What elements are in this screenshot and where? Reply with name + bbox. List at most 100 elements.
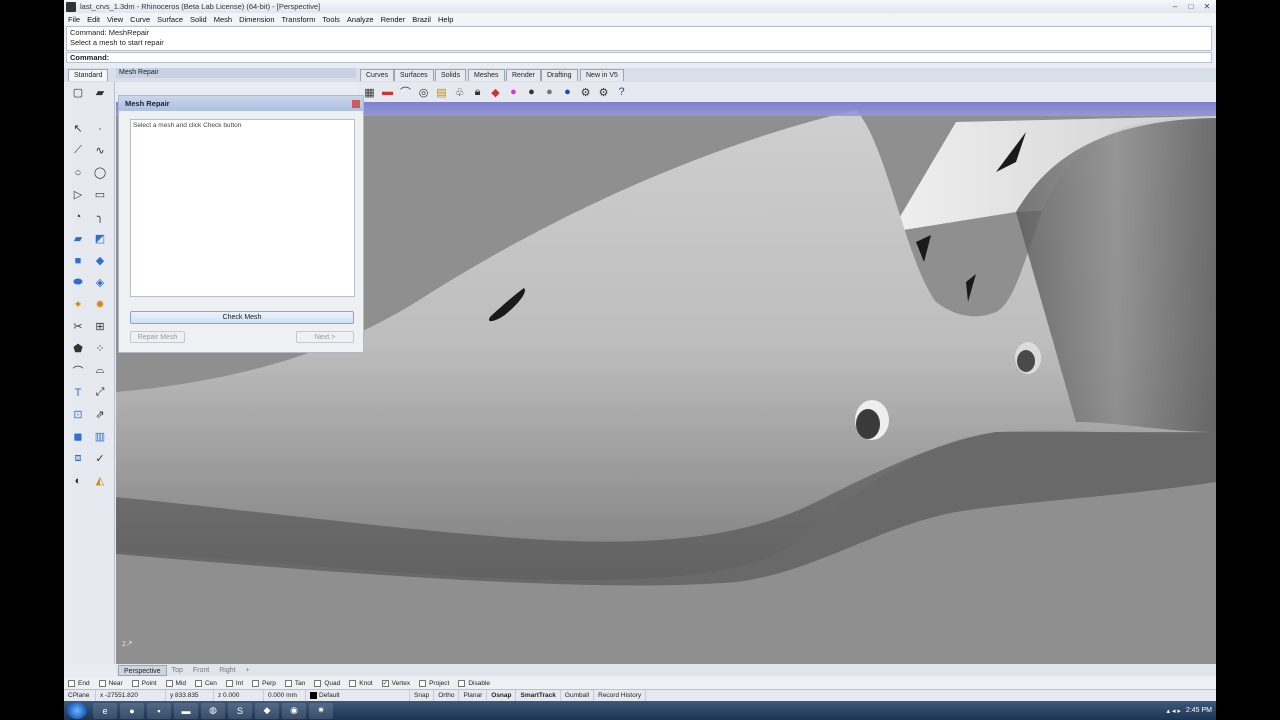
osnap-end[interactable]: End <box>68 679 90 687</box>
open-folder-icon[interactable]: ▰ <box>91 84 109 101</box>
tray-icons[interactable]: ▴ ◂ ▸ <box>1166 707 1180 715</box>
shaded-sphere-icon[interactable]: ● <box>542 85 557 100</box>
curve-icon[interactable]: ∿ <box>91 142 109 159</box>
menu-brazil[interactable]: Brazil <box>412 15 431 24</box>
check-mesh-button[interactable]: Check Mesh <box>130 311 354 324</box>
mesh-repair-panel-tab[interactable]: Mesh Repair <box>116 68 356 78</box>
join-icon[interactable]: ⊞ <box>91 318 109 335</box>
osnap-disable[interactable]: Disable <box>458 679 490 687</box>
close-button[interactable]: ✕ <box>1200 1 1214 11</box>
menu-render[interactable]: Render <box>381 15 406 24</box>
checkbox[interactable] <box>349 679 357 687</box>
checkbox[interactable] <box>284 679 292 687</box>
osnap-quad[interactable]: Quad <box>314 679 340 687</box>
split-icon[interactable]: ✸ <box>91 296 109 313</box>
cylinder-icon[interactable]: ⬬ <box>69 274 87 291</box>
tab-solids[interactable]: Solids <box>435 69 467 81</box>
checkbox[interactable] <box>194 679 202 687</box>
dimension-icon[interactable]: ⤢ <box>91 384 109 401</box>
tab-standard[interactable]: Standard <box>68 69 109 81</box>
array-icon[interactable]: ⁘ <box>91 340 109 357</box>
menu-help[interactable]: Help <box>438 15 453 24</box>
osnap-knot[interactable]: Knot <box>349 679 373 687</box>
command-prompt[interactable]: Command: <box>66 52 1212 63</box>
menu-edit[interactable]: Edit <box>87 15 100 24</box>
tab-curves[interactable]: Curves <box>360 69 395 81</box>
polygon-icon[interactable]: ▷ <box>69 186 87 203</box>
color-wheel-icon[interactable]: ● <box>506 85 521 100</box>
osnap-mid[interactable]: Mid <box>165 679 186 687</box>
text-icon[interactable]: T <box>69 384 87 401</box>
check-icon[interactable]: ✓ <box>91 450 109 467</box>
solid-edit-icon[interactable]: ◆ <box>91 252 109 269</box>
osnap-vertex[interactable]: ✓ Vertex <box>381 679 410 687</box>
menu-dimension[interactable]: Dimension <box>239 15 274 24</box>
menu-view[interactable]: View <box>107 15 123 24</box>
select-filter-icon[interactable]: ◎ <box>416 85 431 100</box>
firefox-icon[interactable]: ● <box>120 702 144 719</box>
menu-tools[interactable]: Tools <box>322 15 340 24</box>
menu-surface[interactable]: Surface <box>157 15 183 24</box>
tab-render[interactable]: Render <box>506 69 541 81</box>
offset-icon[interactable]: ⌒ <box>69 362 87 379</box>
render-icon[interactable]: ◐ <box>69 472 87 489</box>
blend-icon[interactable]: ⌓ <box>91 362 109 379</box>
ortho-toggle[interactable]: Ortho <box>434 690 460 701</box>
rhino-task-icon[interactable]: ◆ <box>255 702 279 719</box>
boolean-icon[interactable]: ◈ <box>91 274 109 291</box>
checkbox-checked[interactable]: ✓ <box>381 679 389 687</box>
help-icon[interactable]: ? <box>614 85 629 100</box>
scale-icon[interactable]: ⇗ <box>91 406 109 423</box>
checkbox[interactable] <box>419 679 427 687</box>
tab-front[interactable]: Front <box>188 665 214 676</box>
mesh-grid-icon[interactable]: ▥ <box>91 428 109 445</box>
extrude-icon[interactable]: ◩ <box>91 230 109 247</box>
snap-toggle[interactable]: Snap <box>410 690 435 701</box>
osnap-cen[interactable]: Cen <box>194 679 217 687</box>
transform-icon[interactable]: ⊡ <box>69 406 87 423</box>
checkbox[interactable] <box>458 679 466 687</box>
ie-icon[interactable]: e <box>93 702 117 719</box>
settings-icon[interactable]: ✷ <box>309 702 333 719</box>
checkbox[interactable] <box>131 679 139 687</box>
next-button[interactable]: Next > <box>296 331 354 343</box>
osnap-near[interactable]: Near <box>98 679 123 687</box>
cplane-label[interactable]: CPlane <box>64 690 96 701</box>
surface-icon[interactable]: ▰ <box>69 230 87 247</box>
menu-solid[interactable]: Solid <box>190 15 207 24</box>
ellipse-icon[interactable]: ◯ <box>91 164 109 181</box>
start-button[interactable] <box>67 702 87 719</box>
new-file-icon[interactable]: ▢ <box>69 84 87 101</box>
osnap-toggle[interactable]: Osnap <box>487 690 517 701</box>
render-sphere-icon[interactable]: ● <box>524 85 539 100</box>
menu-mesh[interactable]: Mesh <box>214 15 232 24</box>
point-icon[interactable]: · <box>91 120 109 137</box>
tab-new-in-v5[interactable]: New in V5 <box>580 69 624 81</box>
checkbox[interactable] <box>225 679 233 687</box>
plugin-gear-icon[interactable]: ⚙ <box>596 85 611 100</box>
osnap-point[interactable]: Point <box>131 679 157 687</box>
rendered-sphere-icon[interactable]: ● <box>560 85 575 100</box>
minimize-button[interactable]: – <box>1168 1 1182 11</box>
tab-top[interactable]: Top <box>167 665 188 676</box>
smarttrack-toggle[interactable]: SmartTrack <box>516 690 561 701</box>
layer-icon[interactable]: ▤ <box>434 85 449 100</box>
app-icon[interactable]: ◍ <box>201 702 225 719</box>
material-icon[interactable]: ◆ <box>488 85 503 100</box>
menu-transform[interactable]: Transform <box>282 15 316 24</box>
panel-close-icon[interactable] <box>352 100 360 108</box>
checkbox[interactable] <box>98 679 106 687</box>
trim-icon[interactable]: ✂ <box>69 318 87 335</box>
paint-icon[interactable]: ◭ <box>91 472 109 489</box>
repair-mesh-button[interactable]: Repair Mesh <box>130 331 185 343</box>
select-icon[interactable]: ↖ <box>69 120 87 137</box>
analyze-icon[interactable]: ⧈ <box>69 450 87 467</box>
osnap-int[interactable]: Int <box>225 679 243 687</box>
planar-toggle[interactable]: Planar <box>459 690 488 701</box>
layer-selector[interactable]: Default <box>306 690 410 701</box>
record-history-toggle[interactable]: Record History <box>594 690 647 701</box>
folder-icon[interactable]: ▬ <box>174 702 198 719</box>
osnap-perp[interactable]: Perp <box>252 679 276 687</box>
skype-icon[interactable]: S <box>228 702 252 719</box>
arc-icon[interactable]: ◔ <box>69 208 87 225</box>
